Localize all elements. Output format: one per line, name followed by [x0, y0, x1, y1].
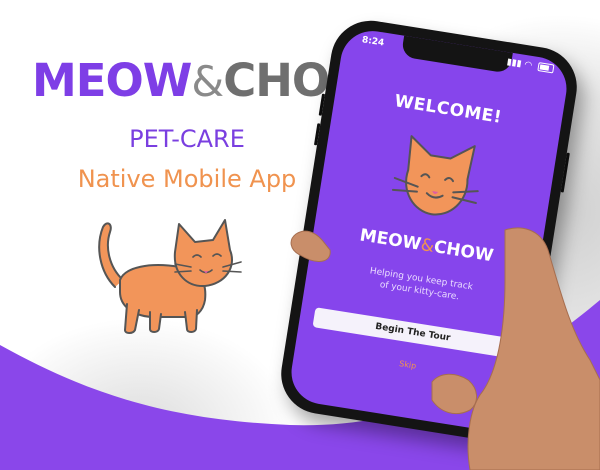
signal-icon: ▮▮▮: [506, 57, 523, 70]
app-logo-meow: MEOW: [358, 225, 423, 255]
brand-logo-meow: MEOW: [32, 54, 192, 107]
welcome-heading: WELCOME!: [393, 91, 504, 128]
wifi-icon: ◠: [523, 59, 533, 72]
cat-illustration-icon: [98, 219, 242, 334]
brand-tagline: Native Mobile App: [77, 165, 297, 193]
status-icons: ▮▮▮ ◠: [506, 57, 555, 74]
phone-notch: [400, 34, 513, 74]
brand-subtitle: PET-CARE: [129, 125, 245, 153]
phone-screen: 8:24 ▮▮▮ ◠ WELCOME! MEOW&CHOW Helping yo…: [286, 26, 572, 435]
brand-block: MEOW&CHOW PET-CARE Native Mobile App: [32, 57, 379, 193]
helper-text: Helping you keep track of your kitty-car…: [332, 260, 510, 311]
app-logo-chow: CHOW: [432, 237, 495, 267]
brand-logo-amp: &: [191, 57, 224, 106]
brand-logo: MEOW&CHOW: [32, 57, 379, 106]
status-time: 8:24: [361, 35, 385, 49]
battery-icon: [537, 62, 555, 74]
cat-face-icon: [391, 135, 479, 216]
